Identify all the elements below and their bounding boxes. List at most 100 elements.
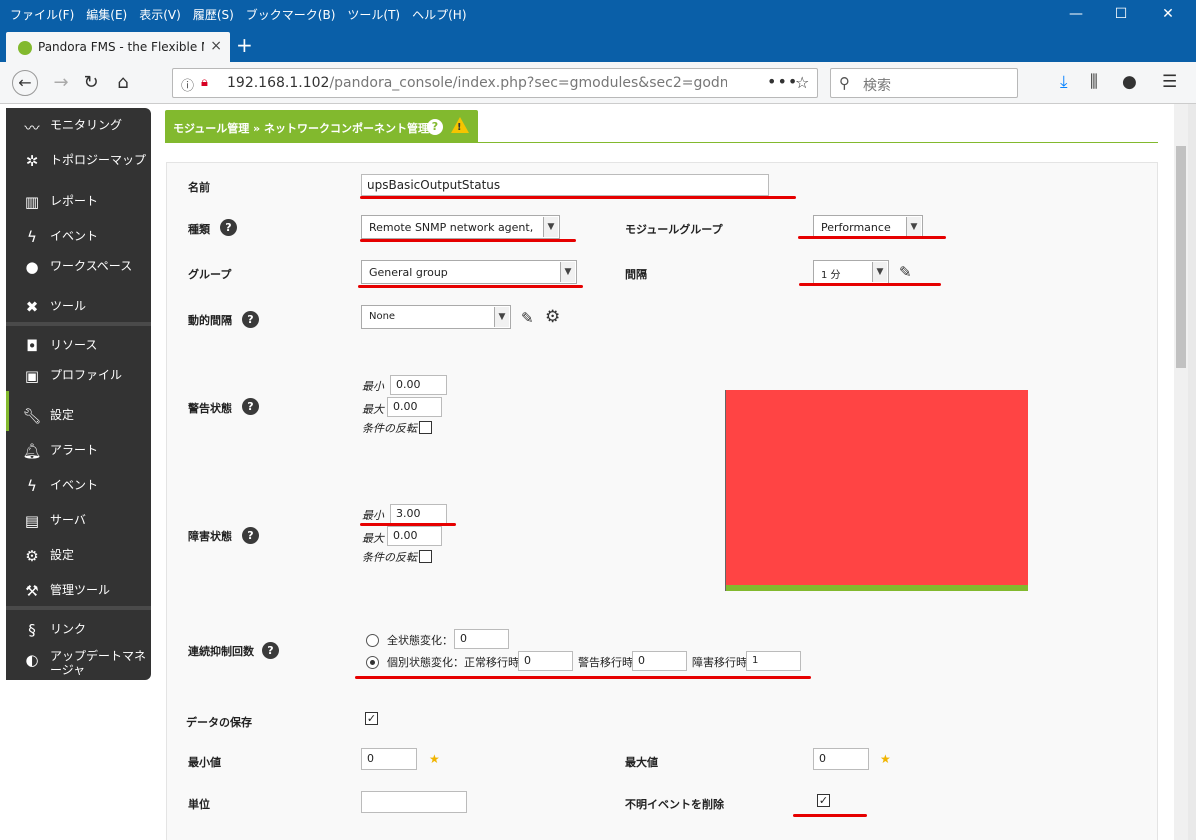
warning-status-label: 警告状態 [188, 402, 232, 415]
sidebar-item-workspace[interactable]: ● ワークスペース [6, 253, 151, 283]
help-icon[interactable]: ? [242, 527, 259, 544]
insecure-lock-icon[interactable]: 🔒︎ [201, 75, 208, 90]
dynamic-interval-select[interactable]: None ▼ [361, 305, 511, 329]
unit-field[interactable] [361, 791, 467, 813]
sidebar-item-admin-tools[interactable]: ⚒ 管理ツール [6, 577, 151, 607]
forward-icon[interactable]: → [48, 70, 74, 96]
sidebar-item-alerts[interactable]: 🔔︎ アラート [6, 437, 151, 467]
sidebar-item-tools[interactable]: ✖ ツール [6, 293, 151, 323]
chevron-down-icon: ▼ [494, 307, 509, 327]
type-select[interactable]: Remote SNMP network agent, ▼ [361, 215, 560, 239]
name-field[interactable]: upsBasicOutputStatus [361, 174, 769, 196]
help-icon[interactable]: ? [220, 219, 237, 236]
critical-max-label: 最大 [362, 532, 384, 545]
lightning-icon: ϟ [27, 228, 37, 246]
sidebar-item-configuration[interactable]: 🔧︎ 設定 [6, 402, 151, 432]
critical-max-field[interactable]: 0.00 [387, 526, 442, 546]
link-icon: § [28, 621, 36, 639]
help-icon[interactable]: ? [242, 311, 259, 328]
menu-help[interactable]: ヘルプ(H) [412, 6, 466, 23]
ff-critical-field[interactable]: 1 [746, 651, 801, 671]
help-icon[interactable]: ? [427, 119, 443, 135]
interval-label: 間隔 [625, 268, 647, 281]
home-icon[interactable]: ⌂ [110, 70, 136, 96]
header-divider [165, 142, 1158, 143]
new-tab-button[interactable]: + [236, 33, 253, 57]
lightning-icon: ϟ [27, 477, 37, 495]
discard-unknown-checkbox[interactable]: ✓ [817, 794, 830, 807]
library-icon[interactable]: ⫼ [1090, 72, 1098, 92]
sidebar-item-links[interactable]: § リンク [6, 616, 151, 646]
sidebar-item-topology[interactable]: ✲ トポロジーマップ [6, 147, 151, 177]
critical-invert-checkbox[interactable] [419, 550, 432, 563]
page-content: 〰 モニタリング ✲ トポロジーマップ ▥ レポート ϟ イベント ● ワークス… [0, 104, 1174, 840]
bookmark-star-icon[interactable]: ☆ [795, 73, 809, 92]
interval-select[interactable]: 1 分 ▼ [813, 260, 889, 284]
address-bar[interactable]: ⓘ 🔒︎ 192.168.1.102/pandora_console/index… [172, 68, 818, 98]
back-icon[interactable]: ← [12, 70, 38, 96]
critical-min-field[interactable]: 3.00 [390, 504, 447, 524]
pencil-icon[interactable]: ✎ [899, 263, 912, 281]
reload-icon[interactable]: ↻ [78, 70, 104, 96]
gear-icon[interactable]: ⚙ [545, 307, 560, 327]
interval-selected-value: 1 分 [821, 270, 841, 281]
wrench-icon: 🔧︎ [22, 407, 42, 425]
warning-min-field[interactable]: 0.00 [390, 375, 447, 395]
ff-each-radio[interactable] [366, 656, 379, 669]
ff-all-radio[interactable] [366, 634, 379, 647]
historical-data-checkbox[interactable]: ✓ [365, 712, 378, 725]
tools-icon: ✖ [25, 298, 39, 316]
chevron-down-icon: ▼ [906, 217, 921, 237]
menu-bookmarks[interactable]: ブックマーク(B) [246, 6, 336, 23]
sidebar-separator [6, 606, 151, 610]
warning-max-field[interactable]: 0.00 [387, 397, 442, 417]
sidebar-item-profiles[interactable]: ▣ プロファイル [6, 362, 151, 392]
warning-invert-checkbox[interactable] [419, 421, 432, 434]
group-selected-value: General group [369, 266, 448, 279]
menu-tools[interactable]: ツール(T) [347, 6, 400, 23]
red-underline-ff [355, 676, 811, 679]
hamburger-menu-icon[interactable]: ☰ [1162, 72, 1177, 92]
extension-icon[interactable]: ● [1122, 72, 1137, 92]
sidebar-item-servers[interactable]: ▤ サーバ [6, 507, 151, 537]
sidebar-item-events[interactable]: ϟ イベント [6, 223, 151, 253]
ff-warning-field[interactable]: 0 [632, 651, 687, 671]
tab-close-icon[interactable]: × [210, 38, 222, 54]
sidebar-item-monitoring[interactable]: 〰 モニタリング [6, 112, 151, 142]
sidebar-item-update-manager[interactable]: ◐ アップデートマネージャ [6, 646, 151, 680]
minimize-icon[interactable]: — [1058, 4, 1094, 24]
critical-status-label: 障害状態 [188, 530, 232, 543]
vertical-scrollbar[interactable] [1174, 104, 1188, 840]
pencil-icon[interactable]: ✎ [521, 309, 534, 327]
search-input[interactable]: ⚲ 検索 [830, 68, 1018, 98]
help-icon[interactable]: ? [262, 642, 279, 659]
scrollbar-thumb[interactable] [1176, 146, 1186, 368]
menu-edit[interactable]: 編集(E) [86, 6, 127, 23]
group-select[interactable]: General group ▼ [361, 260, 577, 284]
download-icon[interactable]: ⤓ [1060, 72, 1068, 92]
maximize-icon[interactable]: ☐ [1103, 4, 1139, 24]
name-label: 名前 [188, 181, 210, 194]
ff-all-field[interactable]: 0 [454, 629, 509, 649]
sidebar-item-reports[interactable]: ▥ レポート [6, 188, 151, 218]
url-text[interactable]: 192.168.1.102/pandora_console/index.php?… [227, 75, 727, 91]
help-icon[interactable]: ? [242, 398, 259, 415]
ff-normal-field[interactable]: 0 [518, 651, 573, 671]
sidebar-item-events-admin[interactable]: ϟ イベント [6, 472, 151, 502]
menu-view[interactable]: 表示(V) [139, 6, 181, 23]
info-icon[interactable]: ⓘ [181, 75, 194, 94]
chevron-down-icon: ▼ [543, 217, 558, 237]
page-actions-icon[interactable]: ••• [767, 72, 798, 91]
min-value-field[interactable]: 0 [361, 748, 417, 770]
browser-tab[interactable]: Pandora FMS - the Flexible Mo × [6, 32, 230, 62]
menu-file[interactable]: ファイル(F) [10, 6, 74, 23]
close-window-icon[interactable]: ✕ [1150, 4, 1186, 24]
menu-history[interactable]: 履歴(S) [193, 6, 234, 23]
update-icon: ◐ [25, 651, 39, 669]
ff-warning-label: 警告移行時 [578, 656, 633, 669]
sidebar-item-resources[interactable]: ◘ リソース [6, 332, 151, 362]
max-value-field[interactable]: 0 [813, 748, 869, 770]
sidebar-item-setup[interactable]: ⚙ 設定 [6, 542, 151, 572]
tab-strip: Pandora FMS - the Flexible Mo × [0, 28, 1196, 62]
unit-label: 単位 [188, 798, 210, 811]
